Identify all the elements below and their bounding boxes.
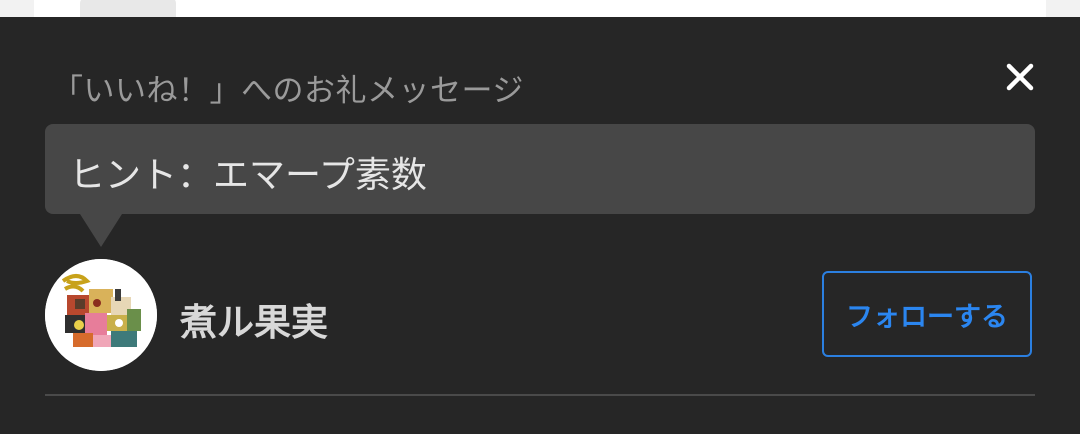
divider [45,394,1035,396]
background-card [34,0,1046,18]
avatar-image [45,259,157,371]
close-button[interactable] [998,55,1042,99]
thank-you-message-sheet: 「いいね！」へのお礼メッセージ ヒント：エマープ素数 煮ル果実 フォローする [0,17,1080,434]
message-bubble: ヒント：エマープ素数 [45,124,1035,214]
user-row: 煮ル果実 フォローする [45,259,1035,371]
close-icon [1006,63,1034,91]
user-name: 煮ル果実 [180,301,328,344]
bubble-tail [80,214,122,247]
follow-button[interactable]: フォローする [822,271,1032,357]
background-avatar [80,0,176,18]
sheet-title: 「いいね！」へのお礼メッセージ [52,73,524,109]
message-text: ヒント：エマープ素数 [69,155,427,196]
avatar[interactable] [45,259,157,371]
